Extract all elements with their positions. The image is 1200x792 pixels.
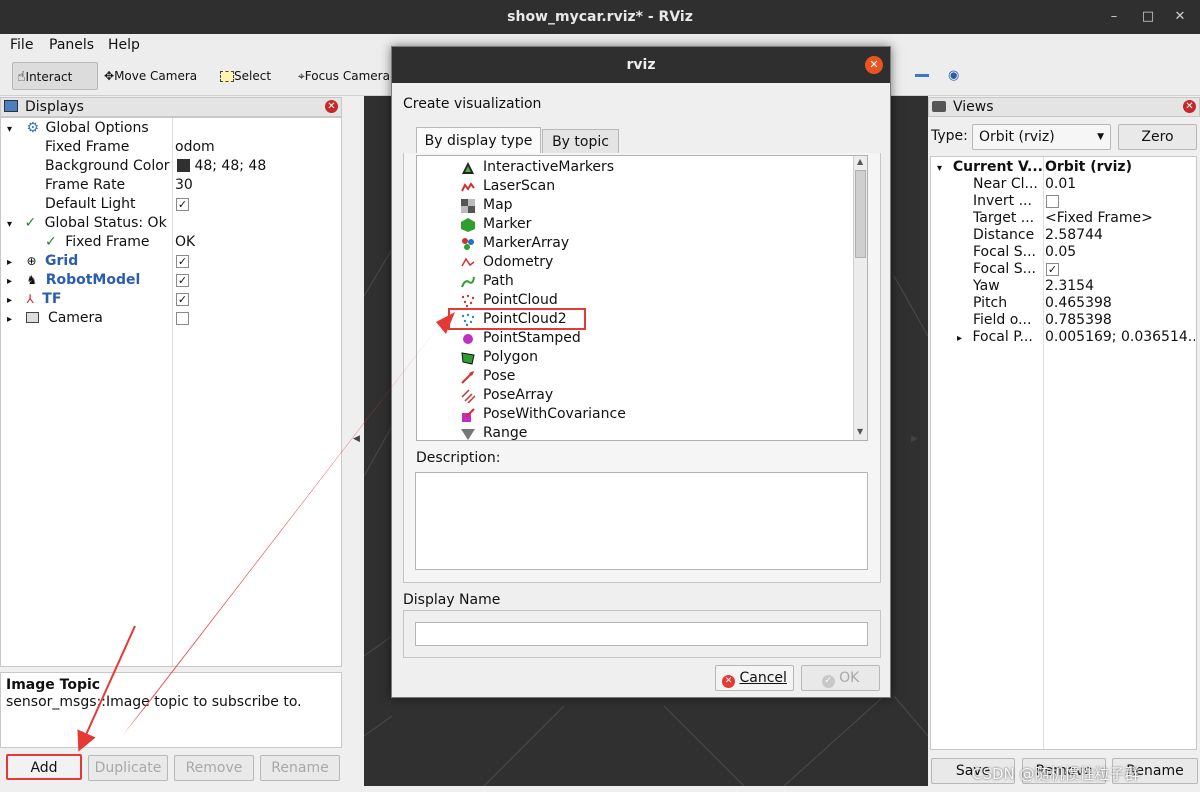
annotation-arrows [77, 312, 455, 752]
arrow-to-add [77, 625, 136, 752]
arrow-to-pointcloud2 [122, 318, 445, 736]
arrow-head [436, 312, 455, 334]
